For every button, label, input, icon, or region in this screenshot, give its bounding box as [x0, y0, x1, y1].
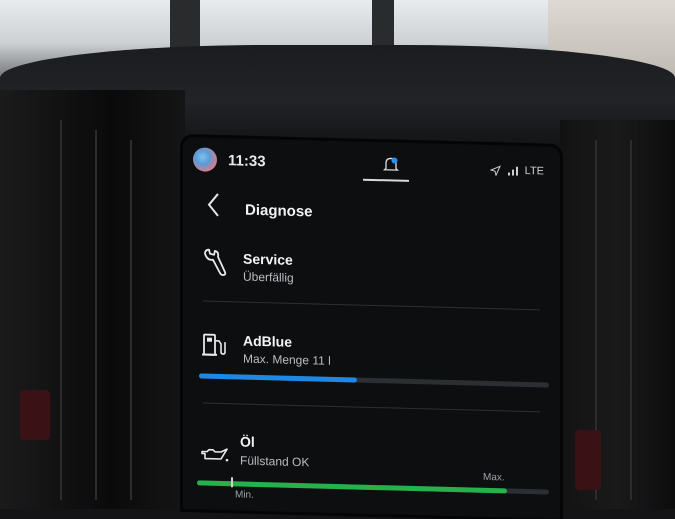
oil-can-icon	[201, 448, 229, 462]
item-title: AdBlue	[243, 332, 292, 350]
wrench-icon	[204, 248, 227, 276]
chevron-left-icon[interactable]	[203, 190, 225, 221]
min-tick	[231, 477, 233, 488]
adblue-level-fill	[199, 373, 357, 383]
connectivity-status: LTE	[489, 163, 544, 178]
left-air-vent	[0, 90, 185, 509]
signal-strength-icon	[507, 166, 518, 176]
item-subtitle: Überfällig	[243, 269, 294, 285]
list-item-adblue[interactable]: AdBlue Max. Menge 11 l	[183, 317, 560, 407]
status-bar: 11:33 LTE	[183, 137, 560, 189]
fuel-pump-icon	[202, 333, 226, 356]
right-air-vent	[560, 120, 675, 509]
notification-bell-icon[interactable]	[381, 154, 401, 175]
active-tab-indicator	[363, 178, 409, 182]
list-item-oil[interactable]: Öl Füllstand OK Max. Min.	[183, 422, 560, 519]
item-subtitle: Max. Menge 11 l	[243, 351, 331, 368]
network-type: LTE	[524, 164, 544, 178]
location-arrow-icon	[489, 164, 501, 176]
profile-avatar-icon[interactable]	[193, 147, 217, 172]
max-label: Max.	[483, 471, 505, 484]
infotainment-screen: 11:33 LTE Diagnose Service Überfällig Ad…	[183, 137, 560, 519]
page-title: Diagnose	[245, 201, 313, 221]
page-header: Diagnose	[183, 181, 560, 241]
adblue-level-bar	[199, 373, 549, 388]
min-label: Min.	[235, 489, 254, 501]
item-title: Öl	[240, 433, 255, 450]
item-title: Service	[243, 250, 293, 268]
item-subtitle: Füllstand OK	[240, 453, 310, 470]
status-time: 11:33	[228, 152, 266, 171]
